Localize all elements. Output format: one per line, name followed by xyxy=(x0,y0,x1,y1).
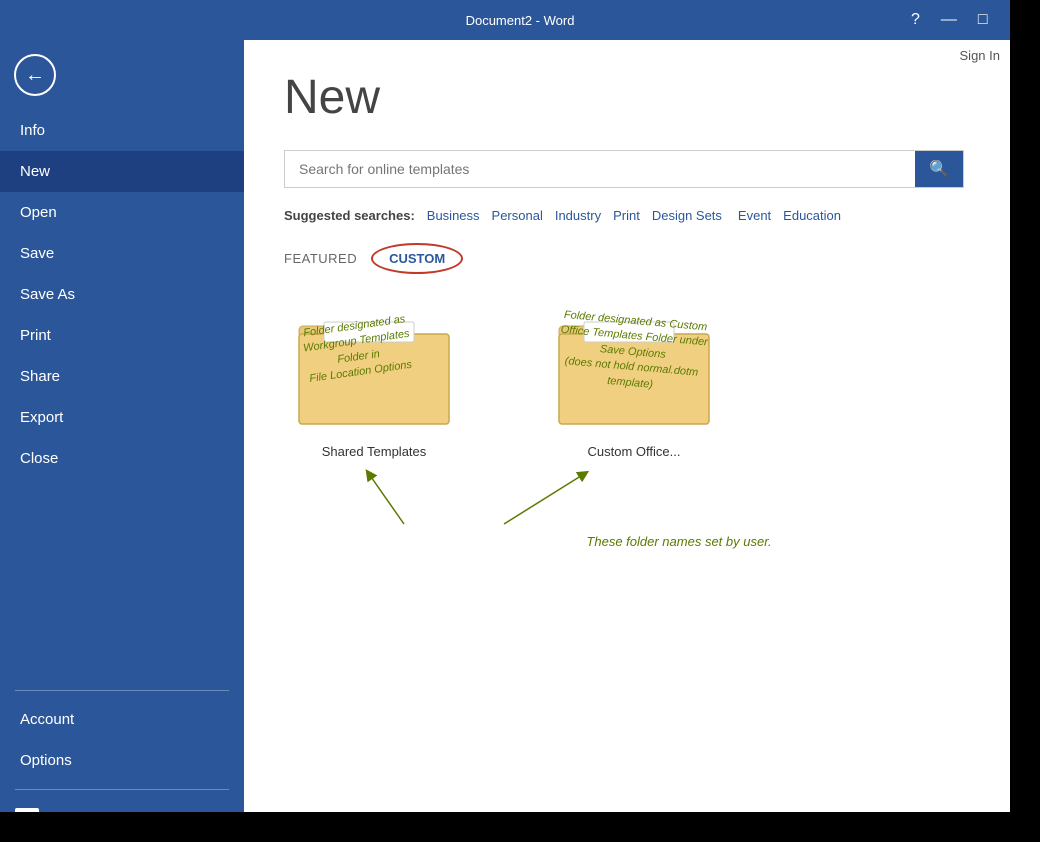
sidebar-item-share[interactable]: Share xyxy=(0,356,244,397)
tabs-row: FEATURED CUSTOM xyxy=(284,243,1000,274)
sign-in-text[interactable]: Sign In xyxy=(960,48,1000,63)
minimize-button[interactable]: — xyxy=(933,8,965,32)
folder-icon-shared: Folder designated asWorkgroup TemplatesF… xyxy=(294,304,454,439)
templates-area: Folder designated asWorkgroup TemplatesF… xyxy=(284,304,1000,459)
suggested-link-personal[interactable]: Personal xyxy=(488,208,547,223)
search-input[interactable] xyxy=(285,151,915,187)
suggested-searches: Suggested searches: Business Personal In… xyxy=(284,208,1000,223)
help-icon[interactable]: ? xyxy=(903,8,928,32)
suggested-label: Suggested searches: xyxy=(284,208,415,223)
search-bar: 🔍 xyxy=(284,150,964,188)
sidebar-item-options[interactable]: Options xyxy=(0,740,244,781)
folder-shared-label: Shared Templates xyxy=(322,444,427,459)
arrows-area: These folder names set by user. xyxy=(284,464,1000,554)
back-arrow-icon: ← xyxy=(14,54,56,96)
suggested-link-education[interactable]: Education xyxy=(779,208,845,223)
sidebar-divider-2 xyxy=(15,789,229,790)
sidebar-item-export[interactable]: Export xyxy=(0,397,244,438)
jagged-right-edge xyxy=(1010,0,1040,842)
sidebar-divider-1 xyxy=(15,690,229,691)
suggested-link-industry[interactable]: Industry xyxy=(551,208,605,223)
sidebar-item-print[interactable]: Print xyxy=(0,315,244,356)
sidebar-item-open[interactable]: Open xyxy=(0,192,244,233)
folder-icon-custom: Folder designated as CustomOffice Templa… xyxy=(554,304,714,439)
sidebar-item-info[interactable]: Info xyxy=(0,110,244,151)
bottom-note: These folder names set by user. xyxy=(586,534,771,549)
sidebar-item-save[interactable]: Save xyxy=(0,233,244,274)
sidebar-item-close[interactable]: Close xyxy=(0,438,244,479)
sidebar-nav: Info New Open Save Save As Print Share E… xyxy=(0,110,244,842)
titlebar-title: Document2 - Word xyxy=(466,13,575,28)
folder-custom-label: Custom Office... xyxy=(588,444,681,459)
tab-custom[interactable]: CUSTOM xyxy=(371,243,463,274)
folder-custom-office[interactable]: Folder designated as CustomOffice Templa… xyxy=(544,304,724,459)
search-button[interactable]: 🔍 xyxy=(915,151,963,187)
suggested-link-print[interactable]: Print xyxy=(609,208,644,223)
jagged-bottom-edge xyxy=(0,812,1040,842)
sidebar-item-save-as[interactable]: Save As xyxy=(0,274,244,315)
titlebar: Document2 - Word ? — □ ✕ xyxy=(0,0,1040,40)
page-title: New xyxy=(284,70,1000,125)
suggested-link-business[interactable]: Business xyxy=(423,208,484,223)
folder-custom-annotation: Folder designated as CustomOffice Templa… xyxy=(556,308,710,398)
tab-featured[interactable]: FEATURED xyxy=(284,245,371,272)
sidebar-item-new[interactable]: New xyxy=(0,151,244,192)
suggested-link-event[interactable]: Event xyxy=(734,208,775,223)
suggested-link-design-sets[interactable]: Design Sets xyxy=(648,208,726,223)
main-content: Sign In New 🔍 Suggested searches: Busine… xyxy=(244,40,1040,842)
sidebar: ← Info New Open Save Save As Print Share… xyxy=(0,40,244,842)
folder-shared[interactable]: Folder designated asWorkgroup TemplatesF… xyxy=(284,304,464,459)
maximize-button[interactable]: □ xyxy=(970,8,996,32)
back-button[interactable]: ← xyxy=(5,45,65,105)
app-container: ← Info New Open Save Save As Print Share… xyxy=(0,40,1040,842)
sidebar-item-account[interactable]: Account xyxy=(0,699,244,740)
